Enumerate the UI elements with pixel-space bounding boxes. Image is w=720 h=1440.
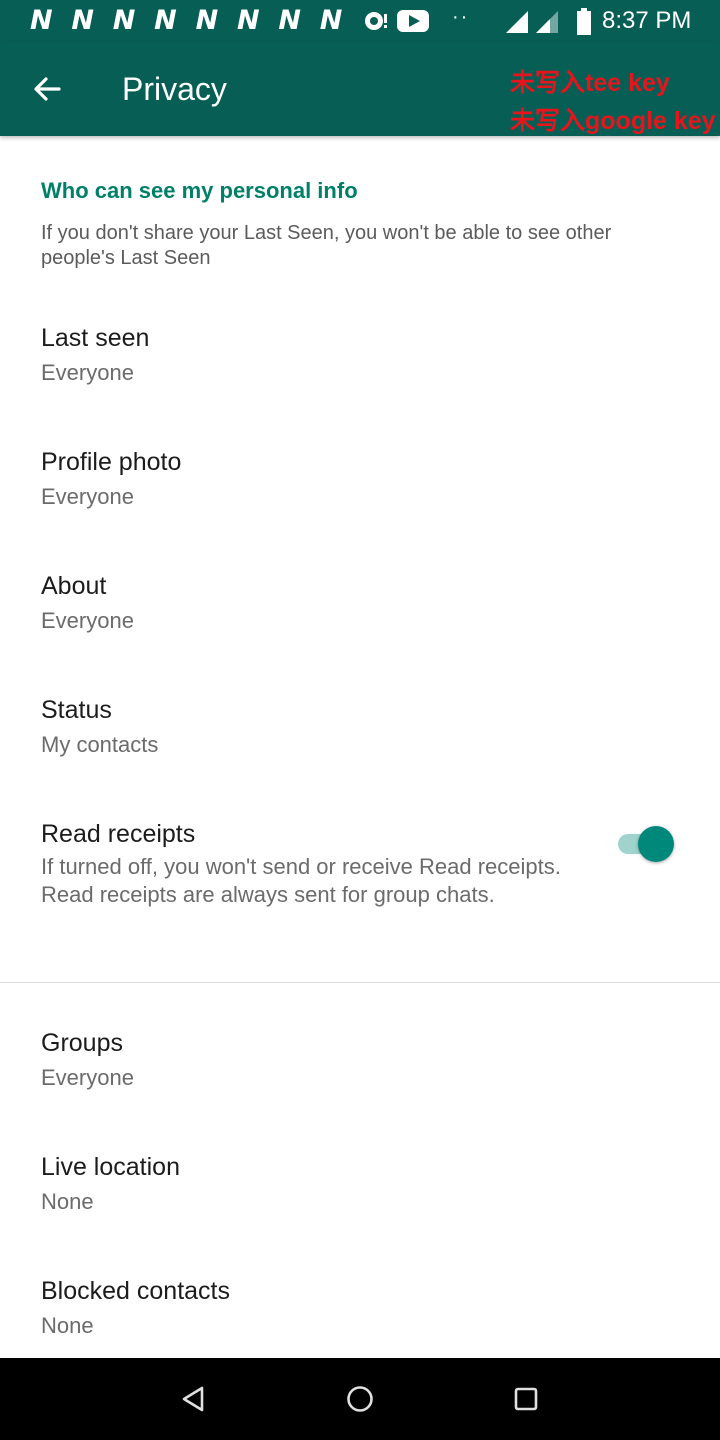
setting-title: Blocked contacts — [41, 1277, 230, 1305]
setting-title: Groups — [41, 1029, 123, 1057]
setting-title: Profile photo — [41, 448, 182, 476]
signal-icon-2 — [536, 11, 558, 33]
divider — [0, 982, 720, 983]
system-icons — [504, 8, 592, 36]
setting-read-receipts[interactable]: Read receipts If turned off, you won't s… — [0, 819, 720, 909]
more-notifications-dots: ·· — [452, 6, 470, 28]
setting-value: Everyone — [41, 484, 134, 509]
notification-n-icon: N — [112, 5, 136, 36]
notification-n-icon: N — [236, 5, 260, 36]
setting-title: Live location — [41, 1153, 180, 1181]
setting-blocked-contacts[interactable]: Blocked contacts None — [0, 1276, 720, 1341]
status-bar: N N N N N N N N ·· 8:37 PM — [0, 0, 720, 42]
youtube-icon — [397, 10, 430, 32]
section-description: If you don't share your Last Seen, you w… — [41, 222, 612, 269]
setting-value: Everyone — [41, 608, 134, 633]
arrow-left-icon — [34, 77, 61, 101]
notification-n-icon: N — [154, 5, 177, 36]
notification-n-icon: N — [319, 5, 343, 36]
setting-about[interactable]: About Everyone — [0, 571, 720, 636]
setting-groups[interactable]: Groups Everyone — [0, 1028, 720, 1093]
app-bar: Privacy 未写入tee key 未写入google key — [0, 42, 720, 136]
recents-square-icon — [514, 1387, 538, 1411]
setting-last-seen[interactable]: Last seen Everyone — [0, 323, 720, 388]
notification-n-icon: N — [278, 5, 301, 36]
navigation-bar — [0, 1358, 720, 1440]
clock: 8:37 PM — [602, 7, 692, 34]
setting-description: If turned off, you won't send or receive… — [41, 854, 561, 907]
debug-overlay: 未写入tee key 未写入google key — [510, 64, 720, 140]
setting-value: None — [41, 1189, 94, 1214]
back-triangle-icon — [182, 1386, 204, 1412]
battery-icon — [577, 8, 591, 35]
debug-line-google-key: 未写入google key — [510, 107, 716, 135]
section-header: Who can see my personal info — [41, 178, 358, 203]
setting-title: Last seen — [41, 324, 150, 352]
setting-title: About — [41, 572, 107, 600]
setting-value: My contacts — [41, 732, 159, 757]
notification-icons: N N N N N N N N — [30, 5, 430, 36]
setting-value: Everyone — [41, 1065, 134, 1090]
nav-back-button[interactable] — [174, 1379, 214, 1419]
home-circle-icon — [347, 1386, 373, 1412]
read-receipts-toggle[interactable] — [618, 826, 674, 862]
setting-value: None — [41, 1313, 94, 1338]
setting-status[interactable]: Status My contacts — [0, 695, 720, 760]
debug-line-tee-key: 未写入tee key — [510, 69, 670, 97]
nav-home-button[interactable] — [340, 1379, 380, 1419]
setting-profile-photo[interactable]: Profile photo Everyone — [0, 447, 720, 512]
notification-n-icon: N — [71, 5, 94, 36]
notification-n-icon: N — [30, 5, 53, 36]
setting-live-location[interactable]: Live location None — [0, 1152, 720, 1217]
nav-recents-button[interactable] — [506, 1379, 546, 1419]
back-button[interactable] — [22, 64, 72, 114]
setting-title: Status — [41, 696, 112, 724]
chat-badge-icon — [365, 12, 388, 30]
page-title: Privacy — [122, 71, 227, 107]
signal-icon — [506, 11, 528, 33]
notification-n-icon: N — [195, 5, 219, 36]
setting-value: Everyone — [41, 360, 134, 385]
toggle-thumb — [638, 826, 674, 862]
